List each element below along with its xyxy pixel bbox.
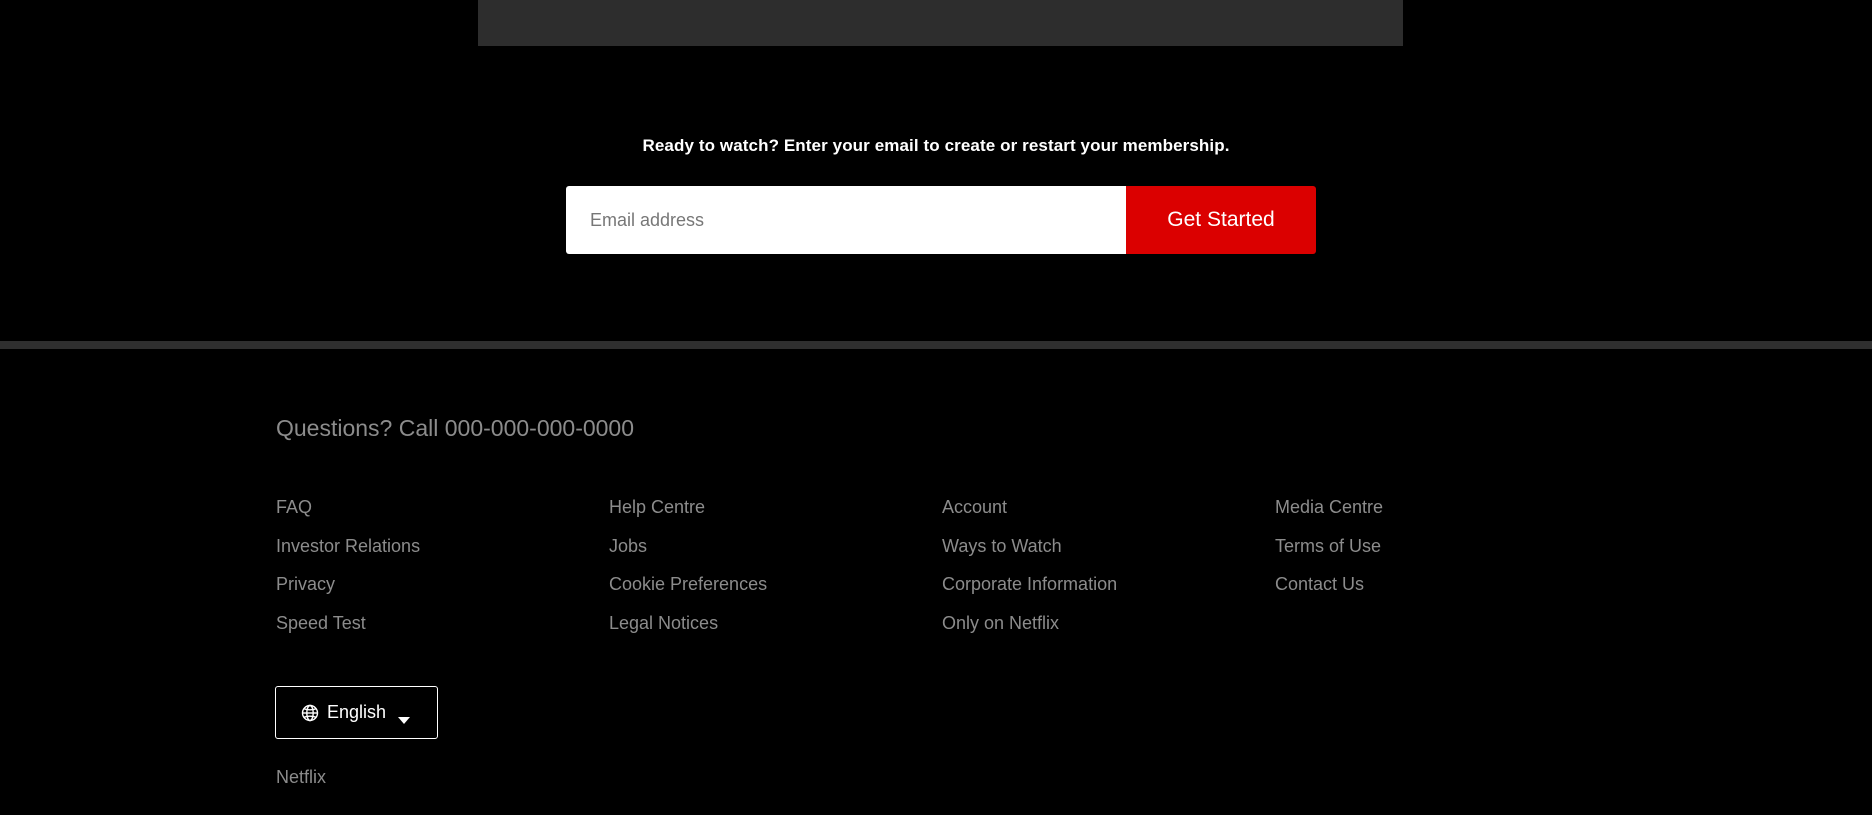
footer-link-speed-test[interactable]: Speed Test bbox=[276, 613, 609, 652]
footer-link-media-centre[interactable]: Media Centre bbox=[1275, 497, 1608, 536]
footer-link-cookie-preferences[interactable]: Cookie Preferences bbox=[609, 574, 942, 613]
page: Ready to watch? Enter your email to crea… bbox=[0, 0, 1872, 815]
footer-link-terms-of-use[interactable]: Terms of Use bbox=[1275, 536, 1608, 575]
footer-link-help-centre[interactable]: Help Centre bbox=[609, 497, 942, 536]
footer-link-privacy[interactable]: Privacy bbox=[276, 574, 609, 613]
language-select[interactable]: English bbox=[275, 686, 438, 739]
footer-link-contact-us[interactable]: Contact Us bbox=[1275, 574, 1608, 613]
footer-link-corporate-information[interactable]: Corporate Information bbox=[942, 574, 1275, 613]
footer-links: FAQ Investor Relations Privacy Speed Tes… bbox=[276, 497, 1608, 651]
footer-link-account[interactable]: Account bbox=[942, 497, 1275, 536]
globe-icon bbox=[301, 704, 319, 722]
email-signup-form: Get Started bbox=[566, 186, 1316, 254]
footer-link-ways-to-watch[interactable]: Ways to Watch bbox=[942, 536, 1275, 575]
get-started-button[interactable]: Get Started bbox=[1126, 186, 1316, 254]
section-divider bbox=[0, 341, 1872, 349]
footer-column-3: Account Ways to Watch Corporate Informat… bbox=[942, 497, 1275, 651]
footer-link-only-on-netflix[interactable]: Only on Netflix bbox=[942, 613, 1275, 652]
footer: Questions? Call 000-000-000-0000 FAQ Inv… bbox=[0, 349, 1872, 815]
footer-column-1: FAQ Investor Relations Privacy Speed Tes… bbox=[276, 497, 609, 651]
footer-link-legal-notices[interactable]: Legal Notices bbox=[609, 613, 942, 652]
cta-text: Ready to watch? Enter your email to crea… bbox=[642, 136, 1230, 155]
questions-phone-text: Questions? Call 000-000-000-0000 bbox=[276, 415, 635, 441]
footer-link-faq[interactable]: FAQ bbox=[276, 497, 609, 536]
caret-down-icon bbox=[398, 709, 411, 724]
language-selected-label: English bbox=[327, 702, 387, 722]
email-input[interactable] bbox=[566, 186, 1126, 254]
footer-column-4: Media Centre Terms of Use Contact Us bbox=[1275, 497, 1608, 651]
footer-column-2: Help Centre Jobs Cookie Preferences Lega… bbox=[609, 497, 942, 651]
footer-link-investor-relations[interactable]: Investor Relations bbox=[276, 536, 609, 575]
brand-name: Netflix bbox=[276, 767, 327, 787]
email-signup-section: Ready to watch? Enter your email to crea… bbox=[0, 0, 1872, 342]
footer-link-jobs[interactable]: Jobs bbox=[609, 536, 942, 575]
